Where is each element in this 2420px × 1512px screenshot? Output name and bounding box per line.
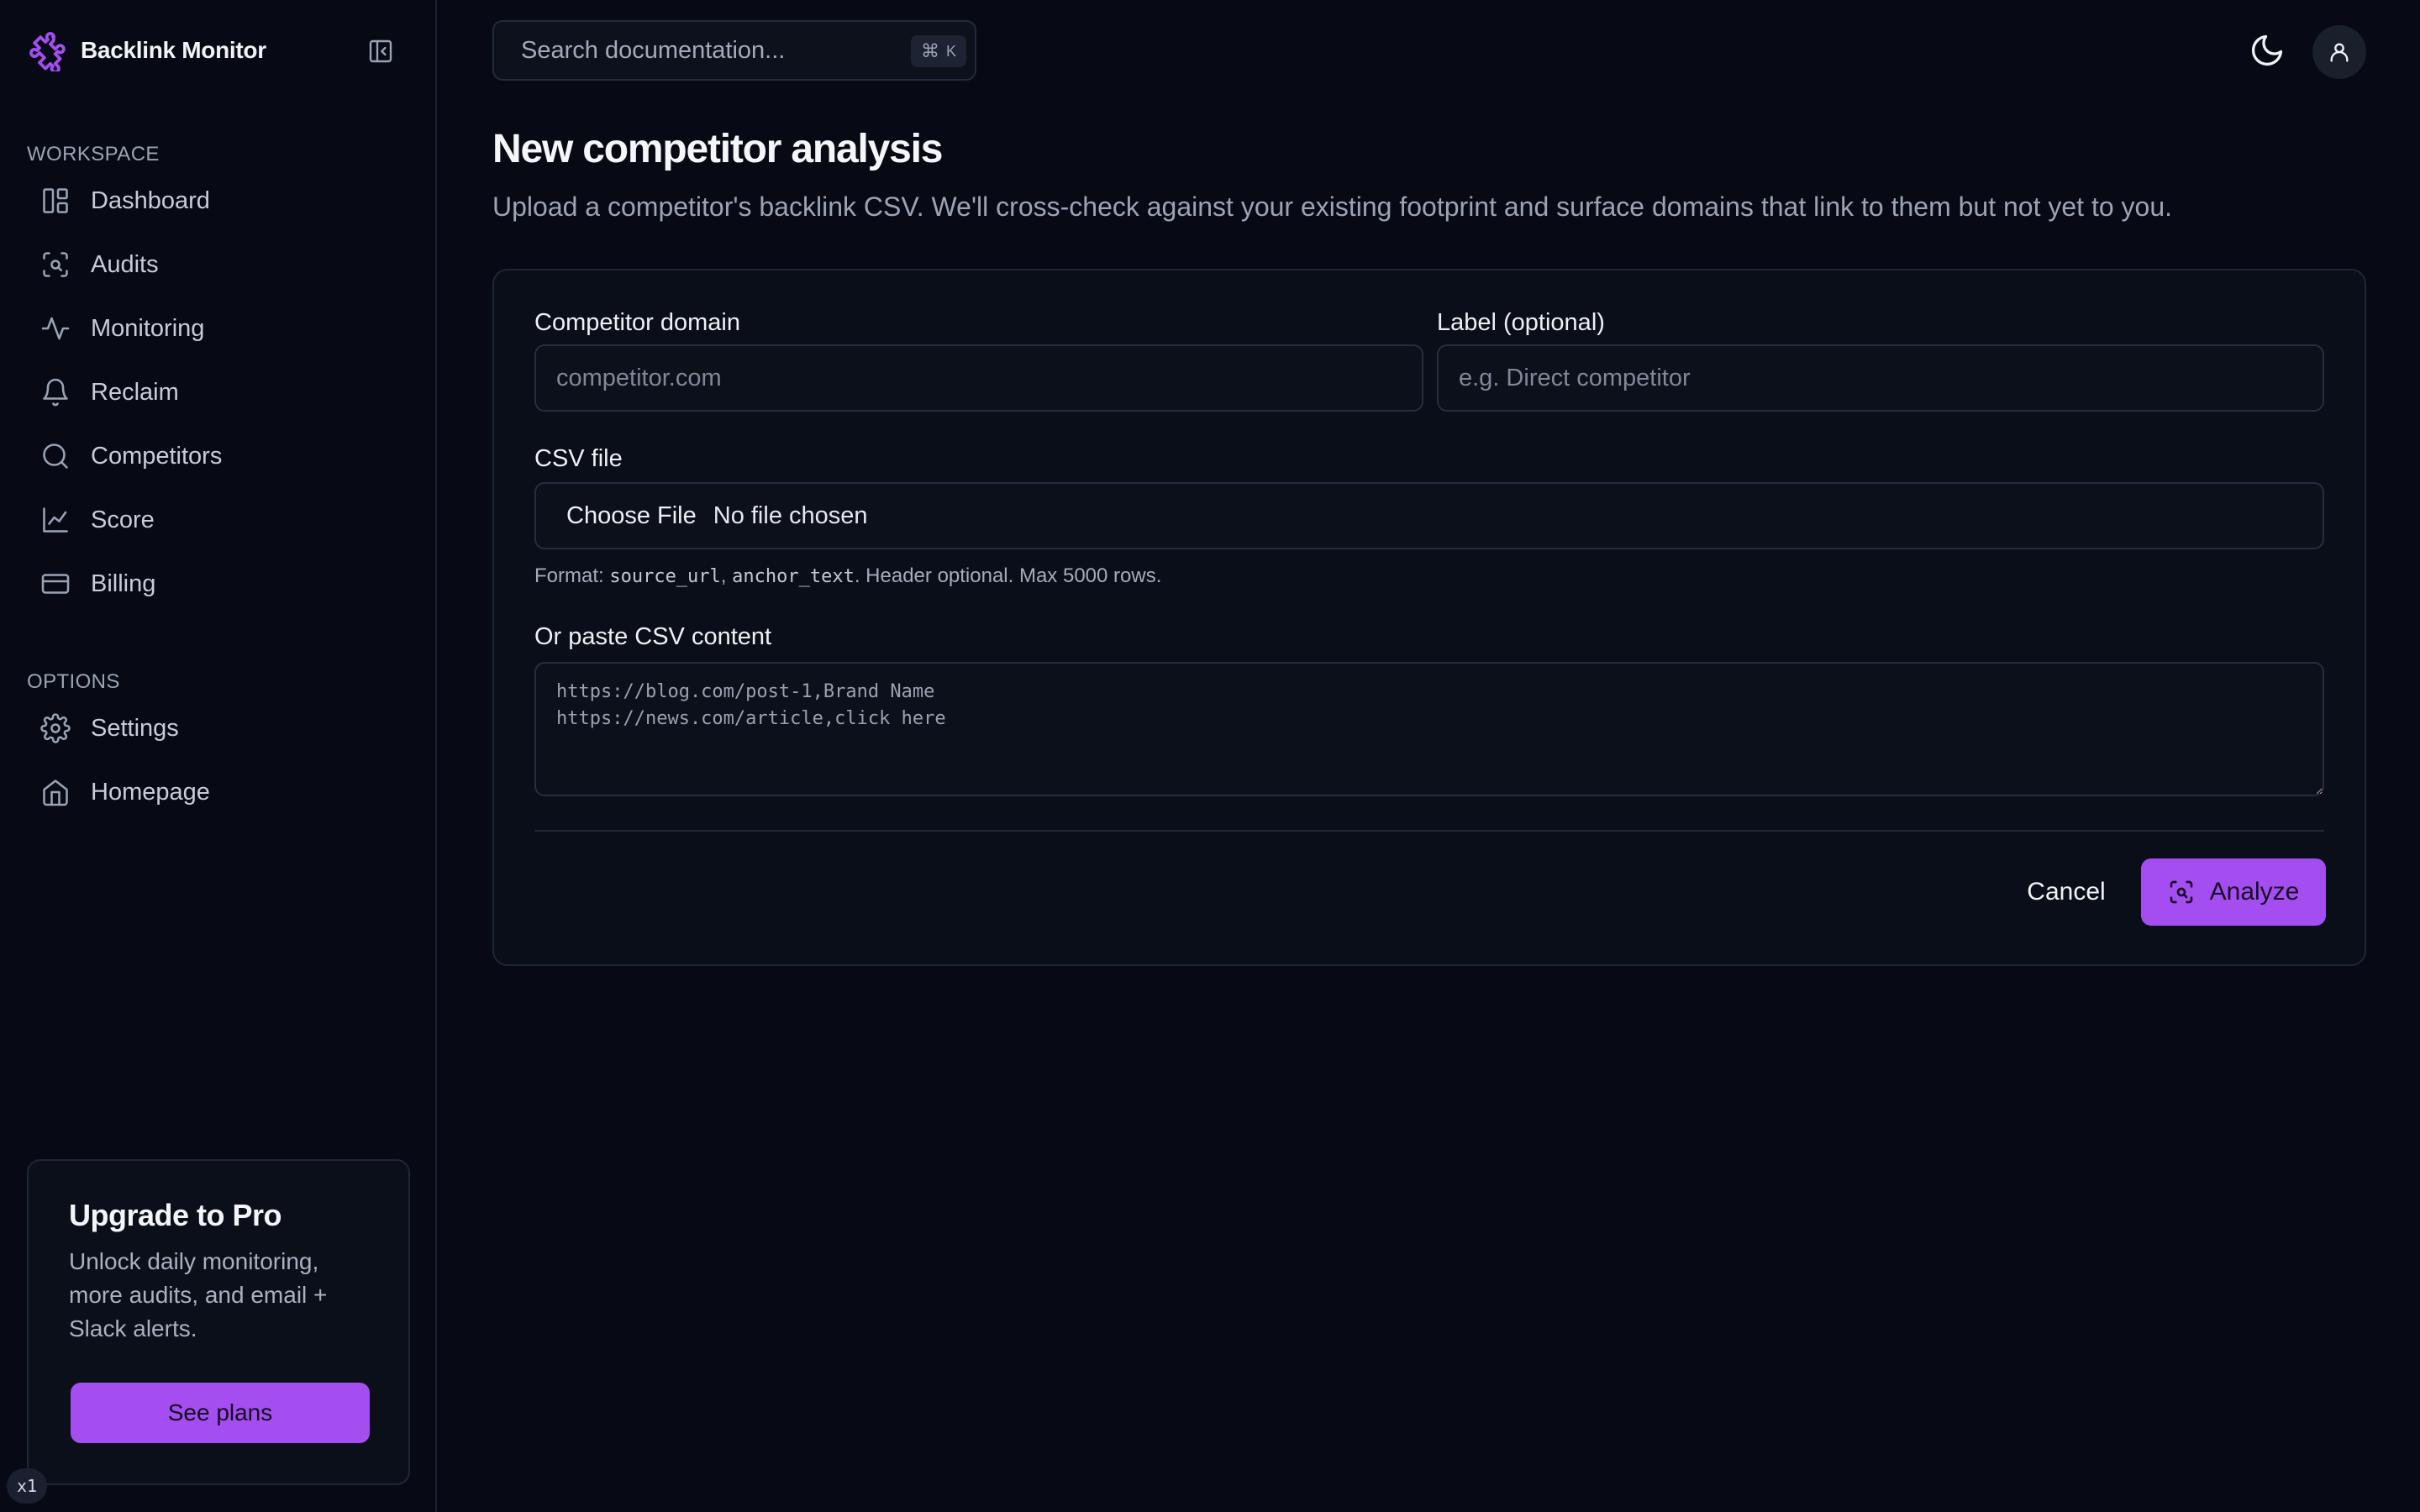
dashboard-icon: [43, 188, 68, 213]
see-plans-button[interactable]: See plans: [71, 1383, 370, 1443]
sidebar-item-label: Billing: [91, 570, 156, 597]
home-icon: [43, 780, 68, 806]
label-input[interactable]: [1437, 344, 2324, 412]
sidebar-item-competitors[interactable]: Competitors: [27, 428, 413, 484]
hint-code-anchor-text: anchor_text: [732, 566, 855, 587]
paste-csv-label: Or paste CSV content: [534, 623, 772, 650]
sidebar-item-monitoring[interactable]: Monitoring: [27, 301, 413, 356]
upgrade-title: Upgrade to Pro: [69, 1198, 282, 1232]
moon-icon: [2251, 34, 2283, 66]
sidebar-item-label: Score: [91, 506, 155, 533]
search-input[interactable]: Search documentation... ⌘ K: [492, 20, 976, 81]
brand-name: Backlink Monitor: [81, 37, 266, 63]
user-avatar-button[interactable]: [2312, 25, 2366, 79]
gear-icon: [40, 713, 71, 743]
csv-file-input[interactable]: Choose File No file chosen: [534, 482, 2324, 549]
section-label-options: OPTIONS: [27, 670, 120, 693]
paste-csv-textarea[interactable]: [534, 662, 2324, 796]
collapse-sidebar-button[interactable]: [366, 37, 395, 66]
panel-left-icon: [369, 39, 392, 63]
sidebar-item-label: Audits: [91, 250, 159, 278]
hint-suffix: . Header optional. Max 5000 rows.: [854, 564, 1162, 587]
upgrade-text: Unlock daily monitoring, more audits, an…: [69, 1248, 328, 1341]
sidebar-item-label: Dashboard: [91, 186, 210, 214]
sidebar-item-label: Homepage: [91, 778, 210, 806]
csv-format-hint: Format: source_url, anchor_text. Header …: [534, 564, 1161, 588]
puzzle-logo-icon: [29, 32, 66, 71]
chart-line-icon: [43, 507, 68, 533]
hint-sep: ,: [720, 564, 733, 587]
analysis-form-card: Competitor domain Label (optional) CSV f…: [492, 269, 2366, 966]
sidebar: Backlink Monitor WORKSPACE Dashboard Aud…: [0, 0, 437, 1512]
analyze-button[interactable]: Analyze: [2141, 858, 2326, 926]
shortcut-key: K: [945, 42, 956, 60]
options-nav: Settings Homepage: [27, 701, 413, 828]
upgrade-card: Upgrade to Pro Unlock daily monitoring, …: [27, 1159, 410, 1485]
label-optional-label: Label (optional): [1437, 309, 1605, 336]
command-key-icon: ⌘: [920, 40, 939, 61]
activity-icon: [41, 317, 70, 340]
sidebar-item-label: Settings: [91, 714, 179, 742]
hint-prefix: Format:: [534, 564, 610, 587]
workspace-nav: Dashboard Audits Monitoring Reclaim Comp…: [27, 173, 413, 620]
sidebar-item-homepage[interactable]: Homepage: [27, 764, 413, 820]
cancel-button[interactable]: Cancel: [2010, 858, 2123, 926]
scan-icon: [2170, 880, 2192, 904]
search-placeholder: Search documentation...: [521, 36, 786, 64]
competitor-domain-label: Competitor domain: [534, 309, 740, 336]
hint-code-source-url: source_url: [609, 566, 721, 587]
section-label-workspace: WORKSPACE: [27, 143, 160, 165]
sidebar-item-label: Reclaim: [91, 378, 179, 406]
form-divider: [534, 830, 2324, 832]
bell-icon: [43, 378, 68, 407]
page-subtitle: Upload a competitor's backlink CSV. We'l…: [492, 192, 2172, 222]
sidebar-item-dashboard[interactable]: Dashboard: [27, 173, 413, 228]
zoom-badge[interactable]: x1: [7, 1468, 47, 1504]
page-title: New competitor analysis: [492, 127, 943, 171]
file-status: No file chosen: [713, 501, 868, 529]
credit-card-icon: [41, 574, 70, 594]
analyze-label: Analyze: [2209, 878, 2300, 906]
sidebar-item-label: Monitoring: [91, 314, 205, 342]
csv-file-label: CSV file: [534, 445, 623, 472]
sidebar-item-score[interactable]: Score: [27, 492, 413, 548]
brand[interactable]: Backlink Monitor: [27, 29, 266, 72]
search-icon: [43, 444, 68, 469]
choose-file-button[interactable]: Choose File: [566, 502, 697, 530]
sidebar-item-audits[interactable]: Audits: [27, 237, 413, 292]
shortcut-badge: ⌘ K: [910, 35, 966, 67]
sidebar-item-label: Competitors: [91, 442, 223, 470]
competitor-domain-input[interactable]: [534, 344, 1423, 412]
theme-toggle-button[interactable]: [2245, 29, 2289, 72]
sidebar-item-reclaim[interactable]: Reclaim: [27, 365, 413, 420]
sidebar-item-billing[interactable]: Billing: [27, 556, 413, 612]
user-icon: [2330, 43, 2349, 62]
sidebar-item-settings[interactable]: Settings: [27, 701, 413, 756]
scan-icon: [43, 252, 68, 277]
